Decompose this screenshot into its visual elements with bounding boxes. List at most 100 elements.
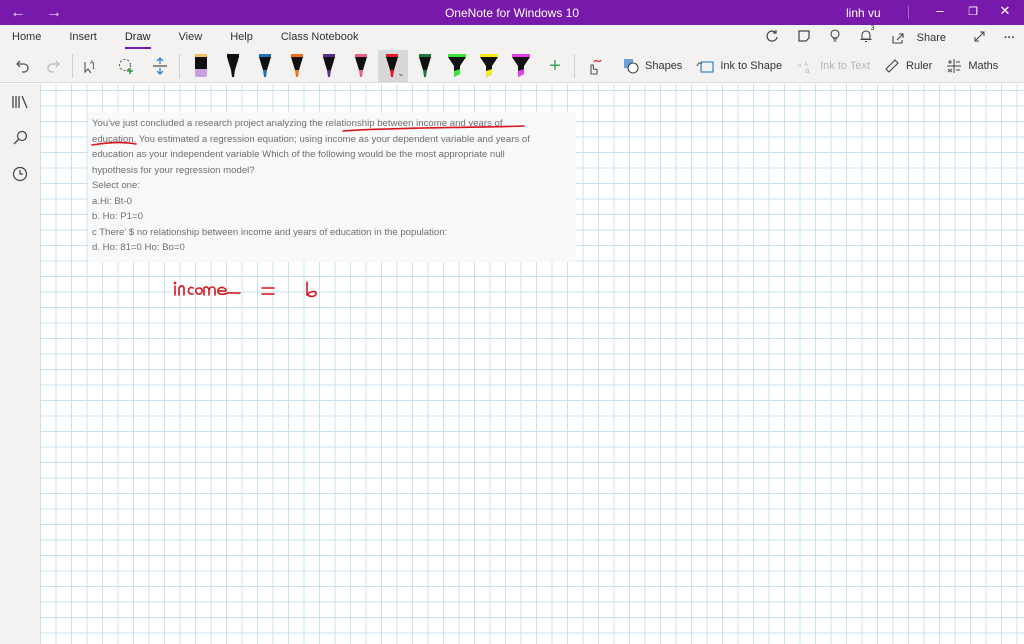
- pen-options-chevron-icon[interactable]: ⌄: [397, 68, 405, 79]
- highlighter-icon: [480, 54, 498, 77]
- type-select-icon: IA: [84, 60, 95, 74]
- tab-home[interactable]: Home: [0, 25, 53, 50]
- notebooks-icon: [12, 95, 28, 109]
- title-separator: [908, 6, 909, 19]
- sync-icon[interactable]: [765, 29, 779, 46]
- ink-to-text-button[interactable]: ∘ Aa Ink to Text: [796, 58, 870, 74]
- shapes-button[interactable]: Shapes: [623, 58, 682, 74]
- toolbar-separator: [72, 54, 73, 78]
- lasso-select-button[interactable]: [111, 51, 141, 81]
- shapes-icon: [624, 59, 639, 74]
- pen-pen-6[interactable]: ⌄: [378, 50, 408, 82]
- svg-text:∘: ∘: [797, 60, 803, 70]
- svg-text:a: a: [805, 66, 810, 74]
- notebooks-button[interactable]: [0, 84, 40, 120]
- ink-to-shape-icon: [696, 61, 714, 73]
- pen-pen-3[interactable]: [282, 50, 312, 82]
- maths-label: Maths: [968, 60, 999, 72]
- redo-icon: [47, 60, 60, 73]
- option-b: b. Ho: P1=0: [92, 211, 143, 222]
- share-icon: [892, 32, 904, 44]
- question-line: education. You estimated a regression eq…: [92, 133, 530, 145]
- pen-pen-1[interactable]: [218, 50, 248, 82]
- search-icon: [13, 130, 28, 145]
- ink-to-text-icon: ∘ Aa: [797, 60, 810, 74]
- restore-button[interactable]: ❐: [958, 5, 988, 18]
- add-space-button[interactable]: [145, 51, 175, 81]
- tab-view[interactable]: View: [167, 25, 215, 50]
- question-line: education as your independent variable W…: [92, 149, 505, 160]
- ink-to-text-label: Ink to Text: [820, 60, 871, 72]
- minimize-button[interactable]: –: [925, 3, 955, 18]
- clock-icon: [12, 166, 28, 182]
- ink-to-shape-button[interactable]: Ink to Shape: [696, 58, 782, 74]
- touch-draw-icon: [590, 59, 602, 75]
- note-canvas[interactable]: You've just concluded a research project…: [40, 84, 1024, 644]
- ink-to-shape-label: Ink to Shape: [720, 60, 783, 72]
- share-label: Share: [916, 31, 946, 44]
- lightbulb-icon[interactable]: [829, 29, 841, 46]
- title-bar: ← → OneNote for Windows 10 linh vu – ❐ ✕: [0, 0, 1024, 25]
- ruler-button[interactable]: Ruler: [884, 58, 932, 74]
- pen-eraser-0[interactable]: [186, 50, 216, 82]
- pen-highlighter-8[interactable]: [442, 50, 472, 82]
- ruler-icon: [885, 59, 899, 73]
- add-space-icon: [153, 57, 167, 75]
- lasso-add-icon: [118, 58, 133, 74]
- undo-button[interactable]: [8, 51, 38, 81]
- type-select-button[interactable]: IA: [77, 51, 107, 81]
- ribbon-tabs: Home Insert Draw View Help Class Noteboo…: [0, 25, 1024, 50]
- redo-button[interactable]: [38, 51, 68, 81]
- sticky-note-icon[interactable]: [797, 29, 811, 46]
- fullscreen-icon[interactable]: [973, 30, 986, 46]
- back-button[interactable]: ←: [0, 4, 36, 22]
- tab-insert[interactable]: Insert: [57, 25, 109, 50]
- undo-icon: [16, 60, 29, 73]
- more-options-button[interactable]: ···: [1004, 32, 1015, 44]
- draw-toolbar: IA ⌄ + Shapes Ink to Shape ∘ Aa Ink to Te…: [0, 50, 1024, 83]
- close-button[interactable]: ✕: [990, 3, 1020, 19]
- question-text-block[interactable]: You've just concluded a research project…: [88, 112, 576, 262]
- pen-highlighter-9[interactable]: [474, 50, 504, 82]
- pen-icon: [259, 54, 271, 77]
- pen-pen-5[interactable]: [346, 50, 376, 82]
- share-button[interactable]: Share: [891, 31, 955, 45]
- highlighter-icon: [448, 54, 466, 77]
- maths-button[interactable]: Maths: [946, 58, 998, 74]
- pen-icon: [419, 54, 431, 77]
- select-one-label: Select one:: [92, 180, 141, 191]
- tab-class-notebook[interactable]: Class Notebook: [269, 25, 371, 50]
- add-pen-button[interactable]: +: [540, 51, 570, 81]
- eraser-icon: [195, 54, 207, 77]
- notifications-icon[interactable]: 3: [859, 25, 875, 46]
- navigation-sidebar: [0, 84, 40, 644]
- pen-pen-2[interactable]: [250, 50, 280, 82]
- pen-icon: [227, 54, 239, 77]
- option-d: d. Ho: 81=0 Ho: Bo=0: [92, 242, 185, 253]
- tab-draw[interactable]: Draw: [113, 25, 163, 50]
- pen-icon: [355, 54, 367, 77]
- user-name[interactable]: linh vu: [846, 6, 881, 20]
- option-a: a.Hi: Bt-0: [92, 195, 132, 207]
- touch-drawing-button[interactable]: [579, 51, 609, 81]
- shapes-label: Shapes: [645, 60, 683, 72]
- option-c: c There' $ no relationship between incom…: [92, 226, 448, 238]
- notification-count: 3: [870, 25, 875, 32]
- tab-help[interactable]: Help: [218, 25, 265, 50]
- recent-notes-button[interactable]: [0, 156, 40, 192]
- ink-handwriting-income-equals-b: [173, 281, 317, 298]
- forward-button[interactable]: →: [36, 4, 72, 22]
- pen-pen-4[interactable]: [314, 50, 344, 82]
- toolbar-separator: [574, 54, 575, 78]
- pen-icon: [291, 54, 303, 77]
- maths-icon: [947, 59, 962, 73]
- question-line: hypothesis for your regression model?: [92, 164, 255, 176]
- pen-highlighter-10[interactable]: [506, 50, 536, 82]
- question-line: You've just concluded a research project…: [92, 118, 503, 129]
- ruler-label: Ruler: [906, 60, 933, 72]
- pen-pen-7[interactable]: [410, 50, 440, 82]
- search-button[interactable]: [0, 120, 40, 156]
- toolbar-separator: [179, 54, 180, 78]
- pen-icon: [323, 54, 335, 77]
- highlighter-icon: [512, 54, 530, 77]
